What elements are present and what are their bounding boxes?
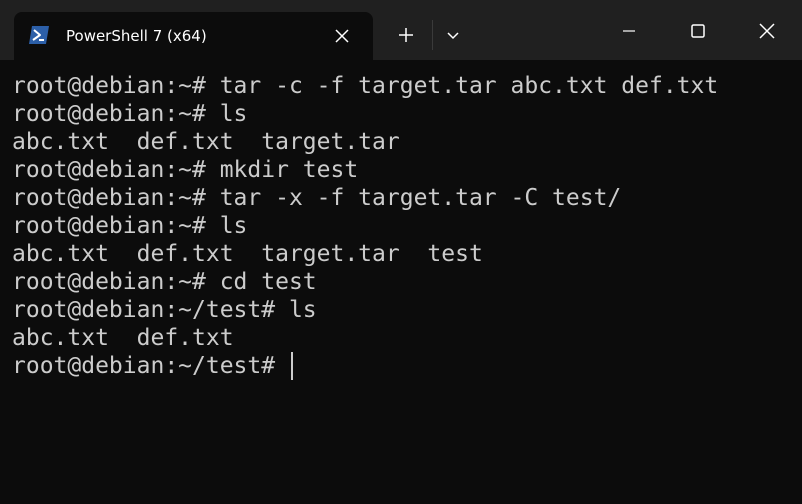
terminal-line: abc.txt def.txt target.tar test [12,241,483,267]
terminal-line: abc.txt def.txt [12,325,234,351]
terminal-line: root@debian:~# cd test [12,269,317,295]
minimize-icon[interactable] [618,20,640,42]
terminal-line: root@debian:~# mkdir test [12,157,359,183]
terminal-line: root@debian:~# tar -x -f target.tar -C t… [12,185,622,211]
close-window-icon[interactable] [756,20,778,42]
chevron-down-icon[interactable] [444,28,462,44]
terminal-line: root@debian:~# tar -c -f target.tar abc.… [12,73,719,99]
terminal-line: root@debian:~# ls [12,101,248,127]
tab-powershell[interactable]: PowerShell 7 (x64) [14,12,373,60]
tab-title: PowerShell 7 (x64) [66,27,207,45]
terminal-prompt-line[interactable]: root@debian:~/test# [12,352,289,380]
maximize-icon[interactable] [687,20,709,42]
terminal-output[interactable]: root@debian:~# tar -c -f target.tar abc.… [0,60,802,504]
terminal-line: root@debian:~/test# ls [12,297,317,323]
terminal-line: abc.txt def.txt target.tar [12,129,400,155]
title-bar[interactable]: PowerShell 7 (x64) [0,0,802,60]
text-cursor [291,352,293,380]
new-tab-plus-icon[interactable] [396,25,416,45]
tab-divider [432,20,433,50]
terminal-line: root@debian:~# ls [12,213,248,239]
close-tab-icon[interactable] [332,26,352,46]
powershell-icon [28,25,50,45]
